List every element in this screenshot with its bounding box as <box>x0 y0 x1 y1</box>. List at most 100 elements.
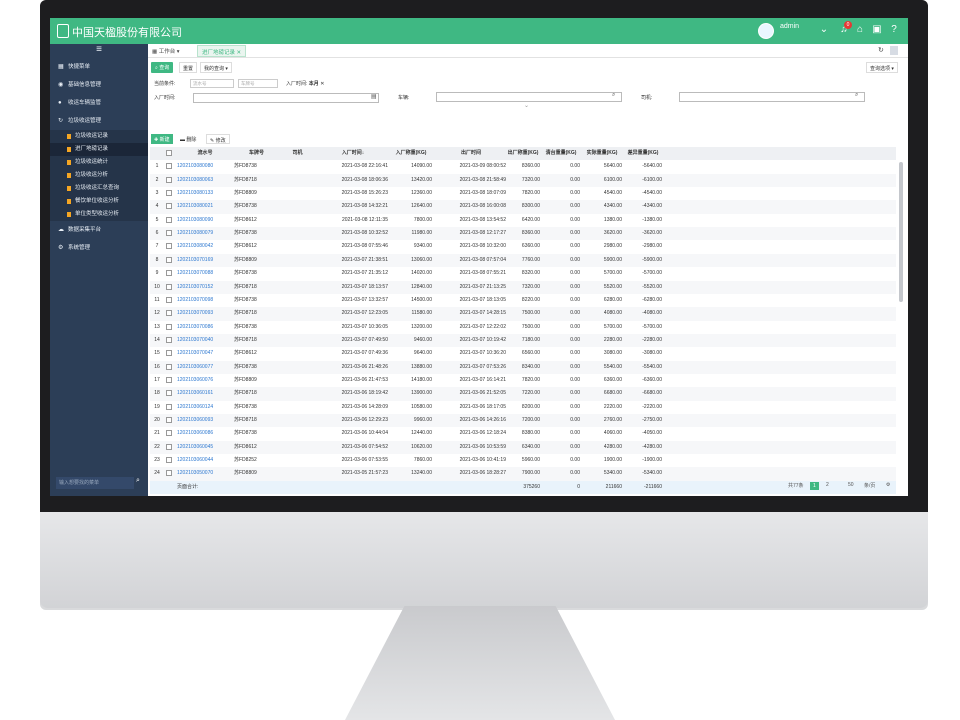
serial-number-link[interactable]: 1202103070040 <box>177 334 233 347</box>
row-checkbox[interactable] <box>164 387 174 400</box>
sidebar-subitem-unit-type[interactable]: 单位类型收运分析 <box>50 208 148 221</box>
page-2-button[interactable]: 2 <box>826 482 829 488</box>
row-checkbox[interactable] <box>164 174 174 187</box>
edit-button[interactable]: ✎ 修改 <box>206 134 230 144</box>
row-checkbox[interactable] <box>164 334 174 347</box>
column-header[interactable]: 出厂时间 <box>436 147 506 160</box>
table-row[interactable]: 22 1202103060045 苏FD8612 2021-03-06 07:54:5… <box>150 440 896 455</box>
tab-weighbridge[interactable]: 进厂地磅记录 ✕ <box>197 45 247 57</box>
row-checkbox[interactable] <box>164 347 174 360</box>
serial-number-link[interactable]: 1202103060161 <box>177 387 233 400</box>
table-row[interactable]: 8 1202103070169 苏FD8809 2021-03-07 21:38:51… <box>150 253 896 268</box>
row-checkbox[interactable] <box>164 414 174 427</box>
table-row[interactable]: 10 1202103070152 苏FD8718 2021-03-07 18:13:5… <box>150 280 896 294</box>
serial-number-link[interactable]: 1202103080021 <box>177 200 233 213</box>
close-icon[interactable]: ✕ <box>320 81 324 87</box>
serial-number-link[interactable]: 1202103080080 <box>177 160 233 173</box>
table-row[interactable]: 24 1202103050070 苏FD8809 2021-03-05 21:57:2… <box>150 467 896 481</box>
table-row[interactable]: 20 1202103060093 苏FD8718 2021-03-06 12:29:2… <box>150 414 896 428</box>
serial-number-link[interactable]: 1202103060086 <box>177 427 233 440</box>
serial-number-link[interactable]: 1202103080063 <box>177 174 233 187</box>
delete-button[interactable]: ▬ 删除 <box>177 134 199 144</box>
row-checkbox[interactable] <box>164 294 174 307</box>
table-row[interactable]: 6 1202103080079 苏FD8738 2021-03-08 10:32:52… <box>150 227 896 241</box>
table-row[interactable]: 16 1202103060077 苏FD8738 2021-03-06 21:48:2… <box>150 360 896 374</box>
serial-number-input[interactable]: 流水号 <box>190 79 234 88</box>
row-checkbox[interactable] <box>164 441 174 454</box>
table-row[interactable]: 15 1202103070047 苏FD8612 2021-03-07 07:49:3… <box>150 347 896 361</box>
serial-number-link[interactable]: 1202103060044 <box>177 454 233 467</box>
sidebar-item-basic-info[interactable]: ◉ 基础信息管理 <box>50 76 148 94</box>
serial-number-link[interactable]: 1202103060045 <box>177 441 233 454</box>
scrollbar[interactable] <box>899 162 903 302</box>
menu-search-input[interactable]: 输入想要找的菜单 <box>56 477 134 489</box>
page-1-button[interactable]: 1 <box>810 482 819 490</box>
menu-toggle-icon[interactable]: ≡ <box>50 44 148 58</box>
row-checkbox[interactable] <box>164 454 174 467</box>
search-icon[interactable]: ⌕ <box>136 477 140 485</box>
row-checkbox[interactable] <box>164 427 174 440</box>
serial-number-link[interactable]: 1202103080133 <box>177 187 233 200</box>
column-header[interactable]: 入厂时间↓ <box>318 147 388 160</box>
row-checkbox[interactable] <box>164 240 174 253</box>
serial-number-link[interactable]: 1202103080042 <box>177 240 233 253</box>
chevron-down-icon[interactable]: ⌄ <box>818 24 830 36</box>
refresh-icon[interactable]: ↻ <box>878 46 884 54</box>
calendar-icon[interactable]: ▤ <box>371 93 377 100</box>
new-button[interactable]: ✚ 新建 <box>151 134 173 144</box>
table-row[interactable]: 7 1202103080042 苏FD8612 2021-03-08 07:55:46… <box>150 240 896 254</box>
column-header[interactable]: 实际重量(KG) <box>582 147 622 160</box>
column-header[interactable]: 流水号 <box>177 147 233 160</box>
row-checkbox[interactable] <box>164 467 174 480</box>
sidebar-subitem-record[interactable]: 垃圾收运记录 <box>50 130 148 143</box>
serial-number-link[interactable]: 1202103070047 <box>177 347 233 360</box>
table-row[interactable]: 21 1202103060086 苏FD8738 2021-03-06 10:44:0… <box>150 427 896 441</box>
select-all-checkbox[interactable] <box>164 147 174 160</box>
reset-button[interactable]: 重置 <box>179 62 198 73</box>
fullscreen-icon[interactable] <box>890 46 898 55</box>
row-checkbox[interactable] <box>164 160 174 173</box>
sidebar-subitem-stats[interactable]: 垃圾收运统计 <box>50 156 148 169</box>
serial-number-link[interactable]: 1202103070086 <box>177 321 233 334</box>
sidebar-item-system[interactable]: ⚙ 系统管理 <box>50 239 148 257</box>
column-header[interactable]: 清台重量(KG) <box>542 147 580 160</box>
table-row[interactable]: 18 1202103060161 苏FD8718 2021-03-06 18:19:4… <box>150 387 896 401</box>
serial-number-link[interactable]: 1202103060076 <box>177 374 233 387</box>
plate-number-input[interactable]: 车牌号 <box>238 79 278 88</box>
row-checkbox[interactable] <box>164 227 174 240</box>
driver-input[interactable] <box>679 92 865 102</box>
serial-number-link[interactable]: 1202103070098 <box>177 294 233 307</box>
chevron-down-icon[interactable]: ⌄ <box>524 102 529 109</box>
column-header[interactable]: 司机 <box>280 147 315 160</box>
serial-number-link[interactable]: 1202103050070 <box>177 467 233 480</box>
serial-number-link[interactable]: 1202103070088 <box>177 267 233 280</box>
sidebar-item-garbage[interactable]: ↻ 垃圾收运管理 <box>50 112 148 130</box>
serial-number-link[interactable]: 1202103060093 <box>177 414 233 427</box>
gear-icon[interactable]: ⚙ <box>886 482 890 488</box>
row-checkbox[interactable] <box>164 187 174 200</box>
sidebar-item-data-platform[interactable]: ☁ 数据采集平台 <box>50 221 148 239</box>
row-checkbox[interactable] <box>164 281 174 294</box>
entry-time-chip[interactable]: 入厂时间: 本月 ✕ <box>286 80 324 87</box>
table-row[interactable]: 2 1202103080063 苏FD8718 2021-03-08 18:06:36… <box>150 173 896 188</box>
serial-number-link[interactable]: 1202103070152 <box>177 281 233 294</box>
sidebar-subitem-weighbridge[interactable]: 进厂地磅记录 <box>50 143 148 156</box>
row-checkbox[interactable] <box>164 374 174 387</box>
vehicle-input[interactable] <box>436 92 622 102</box>
table-row[interactable]: 13 1202103070086 苏FD8738 2021-03-07 10:36:0… <box>150 320 896 334</box>
table-row[interactable]: 17 1202103060076 苏FD8809 2021-03-06 21:47:5… <box>150 373 896 388</box>
sidebar-subitem-catering[interactable]: 餐饮单位收运分析 <box>50 195 148 208</box>
serial-number-link[interactable]: 1202103080079 <box>177 227 233 240</box>
search-icon[interactable]: ⌕ <box>855 92 858 99</box>
row-checkbox[interactable] <box>164 401 174 414</box>
sidebar-subitem-summary[interactable]: 垃圾收运汇总查询 <box>50 182 148 195</box>
row-checkbox[interactable] <box>164 200 174 213</box>
table-row[interactable]: 23 1202103060044 苏FD8252 2021-03-06 07:53:5… <box>150 454 896 468</box>
shirt-icon[interactable]: ⌂ <box>854 24 866 36</box>
table-row[interactable]: 4 1202103080021 苏FD8738 2021-03-08 14:32:21… <box>150 200 896 214</box>
serial-number-link[interactable]: 1202103070093 <box>177 307 233 320</box>
table-row[interactable]: 19 1202103060124 苏FD8738 2021-03-06 14:28:0… <box>150 400 896 414</box>
user-avatar[interactable] <box>758 23 774 39</box>
table-row[interactable]: 11 1202103070098 苏FD8738 2021-03-07 13:32:5… <box>150 293 896 308</box>
page-size-select[interactable]: 50 <box>848 482 854 488</box>
